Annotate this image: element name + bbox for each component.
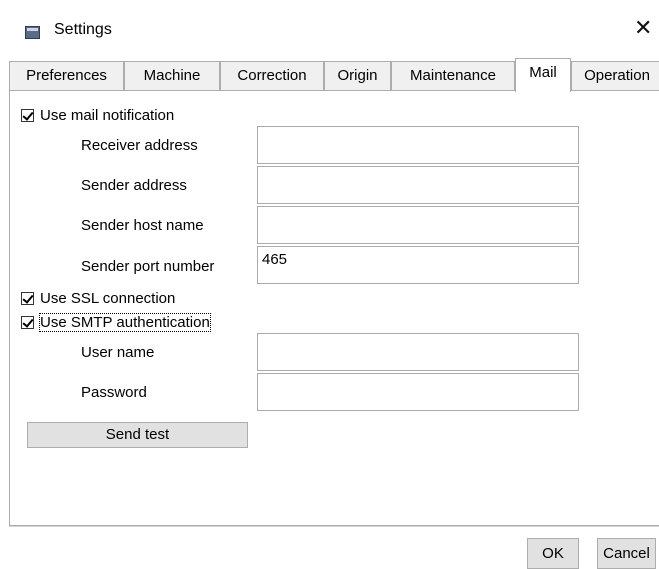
password-label: Password	[81, 384, 147, 401]
tab-origin[interactable]: Origin	[324, 61, 391, 91]
use-mail-notification-checkbox[interactable]: Use mail notification	[21, 105, 174, 125]
tab-operation[interactable]: Operation	[571, 61, 659, 91]
close-icon[interactable]: ✕	[634, 17, 652, 39]
sender-host-name-label: Sender host name	[81, 217, 204, 234]
window-title: Settings	[54, 21, 112, 38]
checkmark-icon	[21, 291, 34, 305]
tab-mail[interactable]: Mail	[515, 58, 571, 92]
sender-port-number-label: Sender port number	[81, 258, 215, 275]
password-input[interactable]	[257, 373, 579, 411]
sender-port-number-input[interactable]: 465	[257, 246, 579, 284]
receiver-address-label: Receiver address	[81, 137, 198, 154]
receiver-address-input[interactable]	[257, 126, 579, 164]
use-ssl-connection-checkbox[interactable]: Use SSL connection	[21, 288, 175, 308]
sender-address-input[interactable]	[257, 166, 579, 204]
tab-correction[interactable]: Correction	[220, 61, 324, 91]
tab-preferences[interactable]: Preferences	[9, 61, 124, 91]
use-smtp-authentication-checkbox[interactable]: Use SMTP authentication	[21, 312, 211, 332]
title-bar: Settings ✕	[0, 0, 659, 56]
user-name-label: User name	[81, 344, 155, 361]
tab-machine[interactable]: Machine	[124, 61, 220, 91]
sender-address-label: Sender address	[81, 177, 187, 194]
checkmark-icon	[21, 315, 34, 329]
use-mail-notification-label: Use mail notification	[40, 106, 175, 124]
sender-host-name-input[interactable]	[257, 206, 579, 244]
use-ssl-connection-label: Use SSL connection	[40, 289, 176, 307]
tab-maintenance[interactable]: Maintenance	[391, 61, 515, 91]
footer-divider	[9, 526, 659, 527]
checkmark-icon	[21, 108, 34, 122]
tab-strip: Preferences Machine Correction Origin Ma…	[9, 58, 659, 92]
user-name-input[interactable]	[257, 333, 579, 371]
ok-button[interactable]: OK	[527, 538, 579, 569]
use-smtp-authentication-label: Use SMTP authentication	[39, 312, 211, 332]
cancel-button[interactable]: Cancel	[597, 538, 656, 569]
settings-window-icon	[25, 26, 40, 39]
send-test-button[interactable]: Send test	[27, 422, 248, 448]
